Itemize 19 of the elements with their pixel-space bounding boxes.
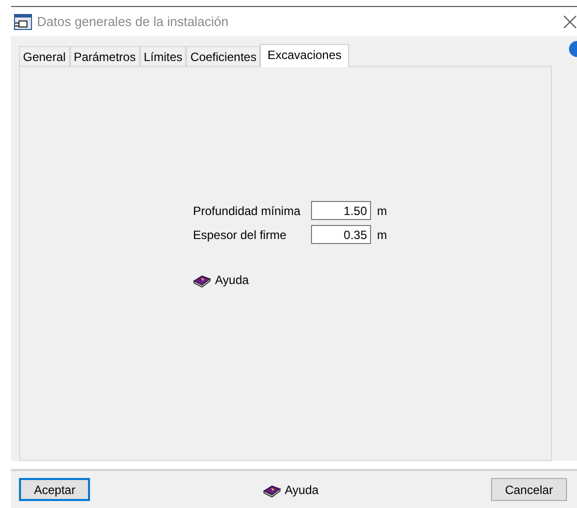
- input-field[interactable]: 0.35: [311, 225, 371, 244]
- tab[interactable]: Coeficientes: [186, 46, 260, 66]
- cancel-button[interactable]: Cancelar: [490, 478, 567, 502]
- help-link[interactable]: Ayuda: [193, 272, 249, 288]
- tab[interactable]: Parámetros: [70, 46, 140, 66]
- help-icon[interactable]: [567, 40, 577, 58]
- window-title: Datos generales de la instalación: [37, 14, 230, 30]
- tab[interactable]: Excavaciones: [260, 44, 349, 68]
- field-label: Profundidad mínima: [193, 204, 302, 218]
- accept-button[interactable]: Aceptar: [19, 478, 90, 502]
- unit-label: m: [377, 228, 388, 242]
- unit-label: m: [377, 204, 388, 218]
- help-link[interactable]: Ayuda: [262, 482, 319, 498]
- window-icon: [14, 14, 32, 30]
- tab[interactable]: General: [19, 46, 70, 66]
- input-field[interactable]: 1.50: [311, 201, 371, 220]
- field-label: Espesor del firme: [193, 228, 288, 242]
- close-icon[interactable]: [563, 14, 577, 29]
- tab[interactable]: Límites: [140, 46, 186, 66]
